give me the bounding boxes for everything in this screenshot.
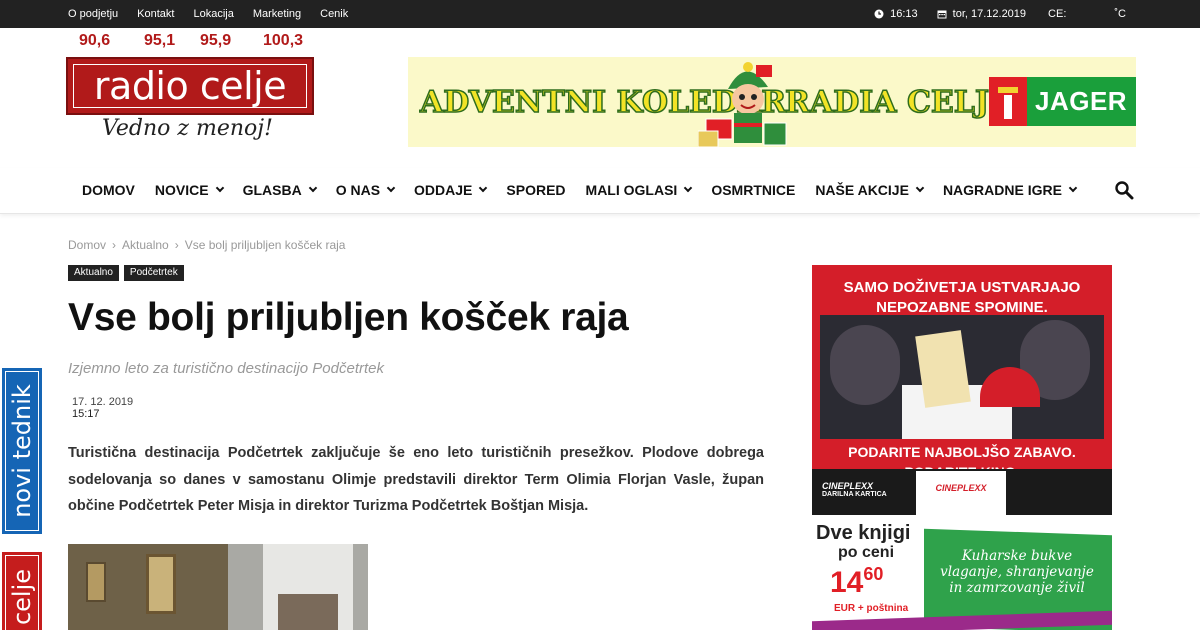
- books-price: 1460: [830, 564, 883, 600]
- current-date: tor, 17.12.2019: [952, 8, 1027, 20]
- nav-item-label: ODDAJE: [414, 182, 473, 198]
- breadcrumb-current: Vse bolj priljubljen košček raja: [184, 238, 346, 252]
- frequency-item: 95,9: [200, 32, 232, 49]
- nav-item-novice[interactable]: NOVICE: [145, 182, 233, 198]
- breadcrumb-separator: ›: [174, 238, 179, 252]
- breadcrumb-separator: ›: [112, 238, 117, 252]
- top-nav-kontakt[interactable]: Kontakt: [137, 8, 174, 20]
- article-time: 15:17: [72, 408, 100, 420]
- nav-item-nagradne-igre[interactable]: NAGRADNE IGRE: [933, 182, 1086, 198]
- novi-tednik-tab[interactable]: novi tednik: [2, 368, 42, 534]
- clock-widget: 16:13: [874, 8, 918, 20]
- nav-item-label: SPORED: [506, 182, 566, 198]
- breadcrumb-home[interactable]: Domov: [68, 238, 106, 252]
- main-navigation: DOMOV NOVICE GLASBA O NAS ODDAJE SPORED MALI O…: [0, 168, 1200, 214]
- nav-item-oddaje[interactable]: ODDAJE: [404, 182, 496, 198]
- logo-slogan: Vedno z menoj!: [102, 116, 273, 141]
- books-headline: Dve knjigi: [816, 522, 911, 544]
- weather-unit: ˚C: [1114, 8, 1126, 20]
- cineplexx-headline: SAMO DOŽIVETJA USTVARJAJO NEPOZABNE SPOM…: [812, 265, 1112, 316]
- breadcrumb: Domov › Aktualno › Vse bolj priljubljen …: [68, 238, 351, 252]
- chevron-down-icon: [308, 183, 317, 193]
- site-logo[interactable]: radio celje: [66, 57, 314, 115]
- chevron-down-icon: [215, 183, 224, 193]
- chevron-down-icon: [1068, 183, 1078, 193]
- jager-logo-icon: [989, 77, 1027, 126]
- nav-item-label: MALI OGLASI: [585, 182, 678, 198]
- nav-item-label: DOMOV: [82, 182, 135, 198]
- cineplexx-gift-card: CINEPLEXX DARILNA KARTICA: [822, 481, 887, 498]
- breadcrumb-category[interactable]: Aktualno: [122, 238, 169, 252]
- nav-item-glasba[interactable]: GLASBA: [233, 182, 326, 198]
- frequency-item: 100,3: [263, 32, 304, 49]
- celje-label: celje: [8, 568, 36, 626]
- nav-item-label: NAGRADNE IGRE: [942, 182, 1062, 198]
- novi-tednik-label: novi tednik: [8, 384, 36, 518]
- celje-tab[interactable]: celje: [2, 552, 42, 630]
- top-nav-lokacija[interactable]: Lokacija: [193, 8, 233, 20]
- article-photo[interactable]: [68, 544, 368, 630]
- page: O podjetju Kontakt Lokacija Marketing Ce…: [0, 0, 1200, 630]
- logo-frame: radio celje: [73, 64, 307, 108]
- nav-item-spored[interactable]: SPORED: [496, 182, 575, 198]
- price-cents: 60: [863, 564, 884, 584]
- nav-item-label: OSMRTNICE: [711, 182, 796, 198]
- chevron-down-icon: [479, 183, 488, 193]
- nav-item-label: GLASBA: [242, 182, 302, 198]
- top-bar: O podjetju Kontakt Lokacija Marketing Ce…: [0, 0, 1200, 28]
- main-nav-list: DOMOV NOVICE GLASBA O NAS ODDAJE SPORED MALI O…: [72, 168, 1086, 212]
- weather-city: CE:: [1048, 8, 1067, 20]
- chevron-down-icon: [684, 183, 693, 193]
- date-widget: tor, 17.12.2019: [937, 8, 1026, 20]
- tag-aktualno[interactable]: Aktualno: [68, 265, 119, 281]
- frequency-item: 90,6: [79, 32, 111, 49]
- top-nav-cenik[interactable]: Cenik: [320, 8, 348, 20]
- top-nav: O podjetju Kontakt Lokacija Marketing Ce…: [68, 0, 367, 28]
- article-subtitle: Izjemno leto za turistično destinacijo P…: [68, 360, 384, 377]
- article-date: 17. 12. 2019: [72, 396, 134, 408]
- cineplexx-card-label: CINEPLEXX: [822, 481, 874, 491]
- books-ad[interactable]: Kuharske bukve vlaganje, shranjevanje in…: [812, 518, 1112, 630]
- article-lead: Turistična destinacija Podčetrtek zaklju…: [68, 445, 764, 514]
- top-nav-marketing[interactable]: Marketing: [253, 8, 301, 20]
- cineplexx-photo: [820, 315, 1104, 439]
- logo-text: radio celje: [93, 64, 287, 108]
- nav-item-label: NOVICE: [154, 182, 209, 198]
- calendar-icon: [937, 10, 947, 19]
- jager-sponsor-logo: JAGER: [989, 77, 1136, 126]
- chevron-down-icon: [915, 183, 925, 193]
- books-subhead: po ceni: [838, 544, 895, 561]
- weather-widget: CE: ˚C: [1048, 8, 1126, 20]
- book-title: Kuharske bukve vlaganje, shranjevanje in…: [940, 548, 1094, 596]
- frequency-item: 95,1: [144, 32, 176, 49]
- clock-icon: [874, 9, 884, 19]
- price-main: 14: [830, 566, 864, 599]
- cineplexx-cards: CINEPLEXX DARILNA KARTICA CINEPLEXX: [812, 469, 1112, 515]
- nav-item-label: O NAS: [335, 182, 381, 198]
- advent-calendar-banner[interactable]: ADVENTNI KOLEDAR RADIA CELJE! JAGER: [408, 57, 1136, 147]
- nav-item-o-nas[interactable]: O NAS: [326, 182, 404, 198]
- cineplexx-headline-line1: SAMO DOŽIVETJA USTVARJAJO: [843, 279, 1081, 296]
- current-time: 16:13: [890, 8, 918, 20]
- nav-item-naše-akcije[interactable]: NAŠE AKCIJE: [805, 182, 933, 198]
- frequency-list: 90,6 95,1 95,9 100,3: [79, 32, 303, 50]
- elf-illustration-icon: [698, 62, 787, 147]
- cineplexx-ad[interactable]: SAMO DOŽIVETJA USTVARJAJO NEPOZABNE SPOM…: [812, 265, 1112, 515]
- article-title: Vse bolj priljubljen košček raja: [68, 296, 629, 339]
- top-nav-o-podjetju[interactable]: O podjetju: [68, 8, 118, 20]
- nav-item-osmrtnice[interactable]: OSMRTNICE: [701, 182, 805, 198]
- books-price-note: EUR + poštnina: [834, 603, 909, 614]
- top-info: 16:13 tor, 17.12.2019 CE: ˚C: [874, 0, 1200, 28]
- nav-item-domov[interactable]: DOMOV: [72, 182, 145, 198]
- chevron-down-icon: [386, 183, 396, 193]
- cineplexx-card-sub: DARILNA KARTICA: [822, 491, 887, 498]
- search-icon[interactable]: [1114, 180, 1134, 200]
- nav-item-label: NAŠE AKCIJE: [815, 182, 909, 198]
- cineplexx-card-white: CINEPLEXX: [916, 471, 1006, 515]
- tag-podcetrtek[interactable]: Podčetrtek: [123, 265, 184, 281]
- article-tags: Aktualno Podčetrtek: [68, 265, 184, 281]
- jager-text: JAGER: [1035, 86, 1128, 116]
- nav-item-mali-oglasi[interactable]: MALI OGLASI: [576, 182, 702, 198]
- cineplexx-tagline-line1: PODARITE NAJBOLJŠO ZABAVO.: [848, 444, 1076, 460]
